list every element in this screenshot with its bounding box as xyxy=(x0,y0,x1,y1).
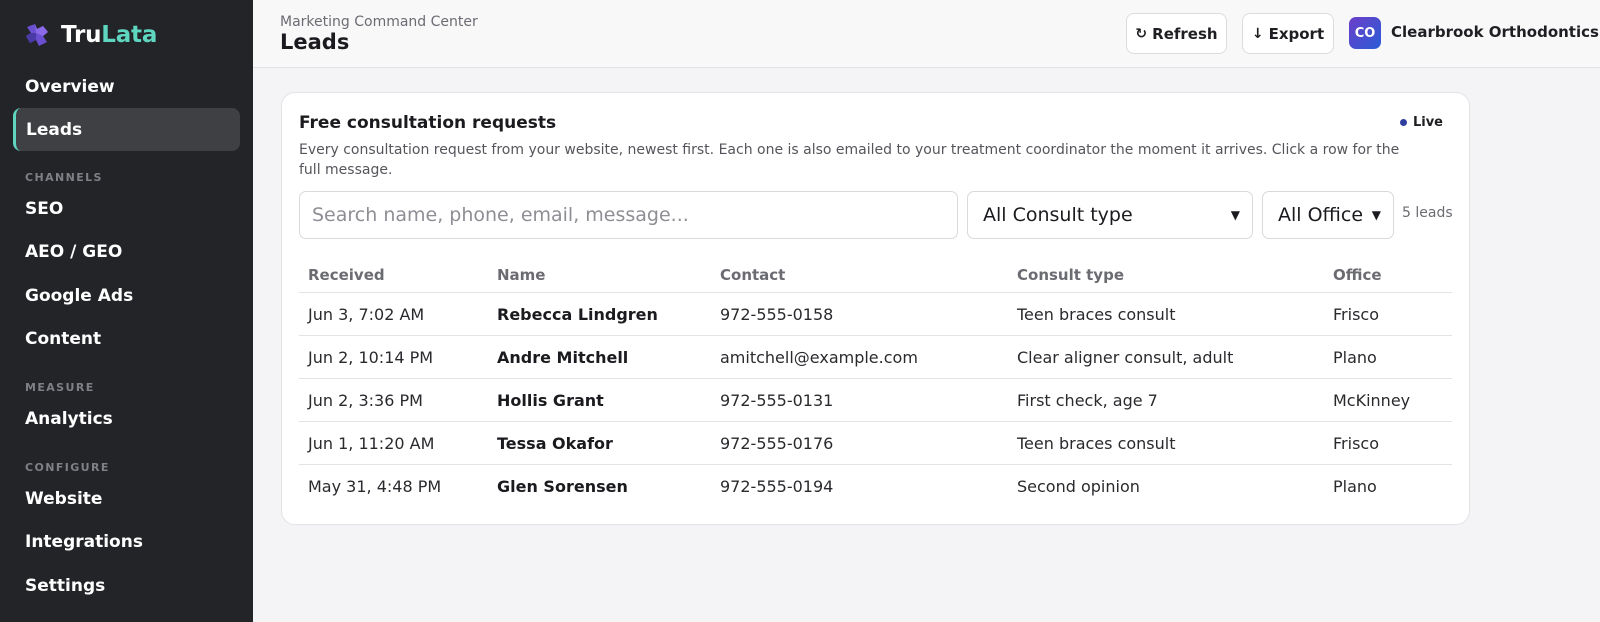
page-title: Leads xyxy=(280,30,350,54)
section-label-measure: MEASURE xyxy=(25,381,95,394)
cell-contact: amitchell@example.com xyxy=(720,347,918,367)
sidebar-item-seo[interactable]: SEO xyxy=(13,187,240,230)
refresh-button[interactable]: ↻ Refresh xyxy=(1126,13,1227,54)
export-label: Export xyxy=(1268,24,1325,43)
office-filter-value: All Office xyxy=(1278,204,1364,226)
sidebar-item-settings[interactable]: Settings xyxy=(13,564,240,607)
sidebar-item-leads[interactable]: Leads xyxy=(13,108,240,151)
brand-name: TruLata xyxy=(61,22,158,48)
breadcrumb[interactable]: Marketing Command Center xyxy=(280,14,478,30)
export-button[interactable]: ↓ Export xyxy=(1242,13,1334,54)
column-header-received[interactable]: Received xyxy=(308,248,385,292)
sidebar-item-overview[interactable]: Overview xyxy=(13,65,240,108)
cell-contact: 972-555-0158 xyxy=(720,304,834,324)
cell-office: Frisco xyxy=(1333,304,1379,324)
cell-office: Plano xyxy=(1333,477,1377,496)
table-row[interactable]: Jun 1, 11:20 AM Tessa Okafor 972-555-017… xyxy=(299,422,1452,465)
cell-consult-type: Teen braces consult xyxy=(1017,433,1176,453)
search-input[interactable] xyxy=(299,191,958,239)
org-name[interactable]: Clearbrook Orthodontics xyxy=(1391,23,1599,41)
sidebar: TruLata Overview Leads CHANNELS SEO AEO … xyxy=(0,0,253,622)
consult-type-filter-value: All Consult type xyxy=(983,204,1133,226)
leads-card: Free consultation requests Live Every co… xyxy=(281,92,1470,525)
sidebar-item-website[interactable]: Website xyxy=(13,477,240,520)
lead-count: 5 leads xyxy=(1402,205,1453,221)
sidebar-item-aeo-geo[interactable]: AEO / GEO xyxy=(13,230,240,273)
column-header-office[interactable]: Office xyxy=(1333,248,1382,292)
table-row[interactable]: Jun 3, 7:02 AM Rebecca Lindgren 972-555-… xyxy=(299,293,1452,336)
download-icon: ↓ xyxy=(1251,25,1264,42)
puzzle-logo-icon xyxy=(26,24,48,46)
avatar[interactable]: CO xyxy=(1349,17,1381,49)
sidebar-item-analytics[interactable]: Analytics xyxy=(13,397,240,440)
cell-received: Jun 1, 11:20 AM xyxy=(308,433,435,453)
refresh-label: Refresh xyxy=(1152,24,1218,43)
sidebar-item-google-ads[interactable]: Google Ads xyxy=(13,274,240,317)
card-title: Free consultation requests xyxy=(299,113,557,133)
cell-received: Jun 2, 3:36 PM xyxy=(308,390,423,410)
consult-type-filter[interactable]: All Consult type ▼ xyxy=(967,191,1253,239)
cell-contact: 972-555-0176 xyxy=(720,433,834,453)
cell-consult-type: Teen braces consult xyxy=(1017,304,1176,324)
chevron-down-icon: ▼ xyxy=(1371,208,1381,222)
card-description: Every consultation request from your web… xyxy=(299,142,1400,178)
cell-name: Rebecca Lindgren xyxy=(497,304,658,324)
cell-received: Jun 2, 10:14 PM xyxy=(308,347,434,367)
sidebar-item-integrations[interactable]: Integrations xyxy=(13,520,240,563)
table-header: Received Name Contact Consult type Offic… xyxy=(299,248,1452,293)
sidebar-item-content[interactable]: Content xyxy=(13,317,240,360)
section-label-channels: CHANNELS xyxy=(25,171,103,184)
live-label: Live xyxy=(1412,115,1443,130)
brand[interactable]: TruLata xyxy=(23,21,157,49)
chevron-down-icon: ▼ xyxy=(1230,208,1240,222)
cell-consult-type: First check, age 7 xyxy=(1017,390,1158,410)
table-row[interactable]: Jun 2, 3:36 PM Hollis Grant 972-555-0131… xyxy=(299,379,1452,422)
refresh-icon: ↻ xyxy=(1135,25,1148,42)
cell-name: Andre Mitchell xyxy=(497,347,629,367)
office-filter[interactable]: All Office ▼ xyxy=(1262,191,1394,239)
cell-office: Frisco xyxy=(1333,433,1379,453)
column-header-contact[interactable]: Contact xyxy=(720,248,785,292)
cell-office: Plano xyxy=(1333,347,1377,367)
cell-office: McKinney xyxy=(1333,390,1411,410)
leads-table: Received Name Contact Consult type Offic… xyxy=(299,248,1452,508)
status-dot-icon xyxy=(1399,119,1407,126)
live-indicator: Live xyxy=(1399,115,1443,130)
cell-contact: 972-555-0194 xyxy=(720,477,834,496)
cell-received: Jun 3, 7:02 AM xyxy=(308,304,425,324)
table-row[interactable]: May 31, 4:48 PM Glen Sorensen 972-555-01… xyxy=(299,465,1452,508)
section-label-configure: CONFIGURE xyxy=(25,461,110,474)
cell-name: Hollis Grant xyxy=(497,390,604,410)
table-row[interactable]: Jun 2, 10:14 PM Andre Mitchell amitchell… xyxy=(299,336,1452,379)
cell-received: May 31, 4:48 PM xyxy=(308,477,442,496)
column-header-consult-type[interactable]: Consult type xyxy=(1017,248,1124,292)
cell-consult-type: Second opinion xyxy=(1017,477,1140,496)
cell-contact: 972-555-0131 xyxy=(720,390,834,410)
column-header-name[interactable]: Name xyxy=(497,248,545,292)
cell-consult-type: Clear aligner consult, adult xyxy=(1017,347,1234,367)
cell-name: Tessa Okafor xyxy=(497,433,613,453)
cell-name: Glen Sorensen xyxy=(497,477,628,496)
